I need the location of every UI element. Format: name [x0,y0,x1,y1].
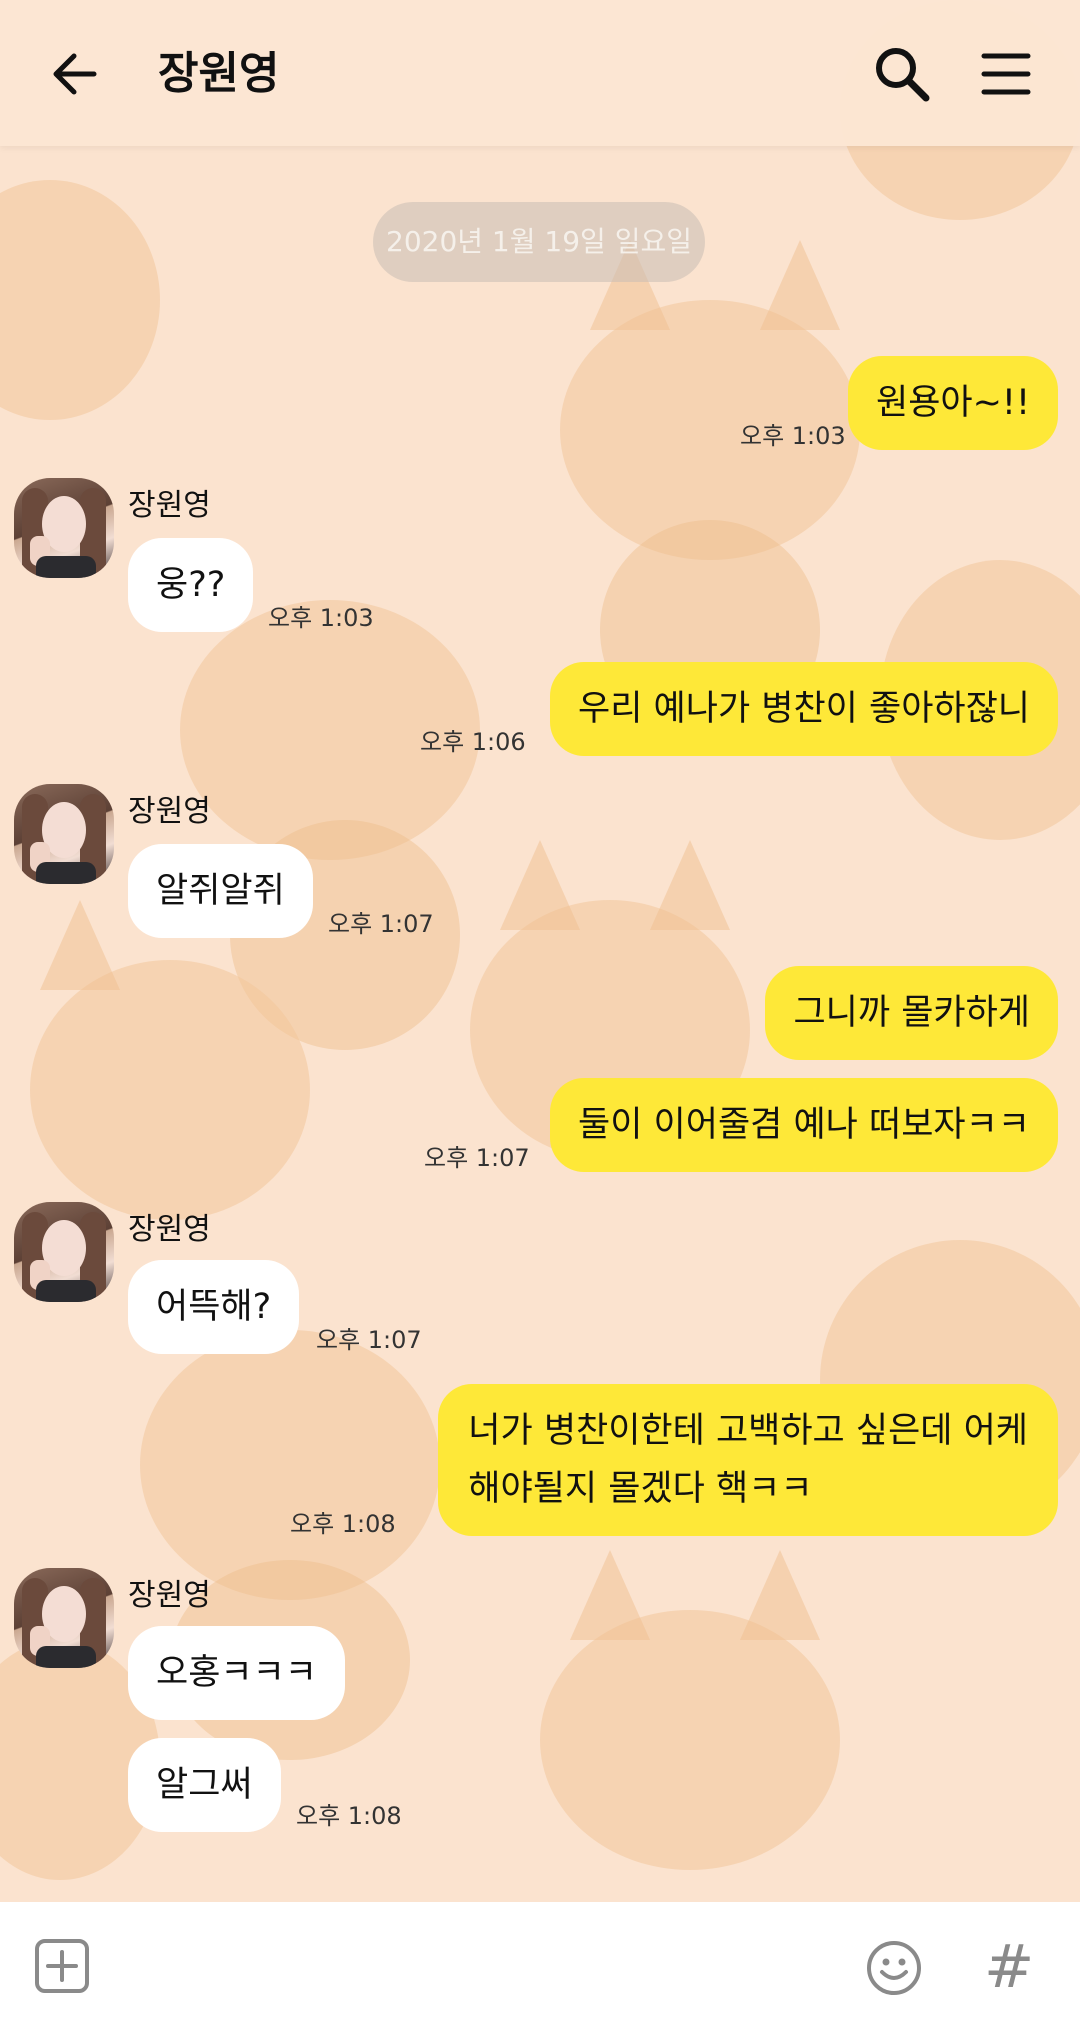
contact-avatar[interactable] [14,478,114,578]
contact-avatar[interactable] [14,1202,114,1302]
contact-name: 장원영 [128,1578,211,1613]
contact-avatar[interactable] [14,1568,114,1668]
message-time: 오후 1:06 [420,728,526,756]
message-time: 오후 1:07 [328,910,434,938]
message-composer[interactable]: # [0,1902,1080,2031]
message-time: 오후 1:08 [290,1510,396,1538]
message-line: 해야될지 몰겠다 핵ㅋㅋ [468,1469,813,1509]
message-list[interactable]: 2020년 1월 19일 일요일 원용아~!! 오후 1:03 장원영 웅?? … [0,146,1080,1902]
message-line: 너가 병찬이한테 고백하고 싶은데 어케 [468,1411,1028,1451]
chat-header: 장원영 [0,0,1080,146]
my-message-bubble[interactable]: 너가 병찬이한테 고백하고 싶은데 어케 해야될지 몰겠다 핵ㅋㅋ [438,1384,1058,1536]
contact-name: 장원영 [128,488,211,523]
chat-title: 장원영 [158,48,280,99]
message-time: 오후 1:08 [296,1802,402,1830]
message-time: 오후 1:07 [316,1326,422,1354]
hash-icon[interactable]: # [984,1932,1034,2002]
message-time: 오후 1:03 [740,422,846,450]
back-arrow-icon[interactable] [48,44,108,104]
message-time: 오후 1:07 [424,1144,530,1172]
date-divider: 2020년 1월 19일 일요일 [373,202,705,282]
message-time: 오후 1:03 [268,604,374,632]
contact-avatar[interactable] [14,784,114,884]
my-message-bubble[interactable]: 우리 예나가 병찬이 좋아하잖니 [550,662,1058,756]
contact-name: 장원영 [128,1212,211,1247]
my-message-bubble[interactable]: 둘이 이어줄겸 예나 떠보자ㅋㅋ [550,1078,1058,1172]
their-message-bubble[interactable]: 어뜩해? [128,1260,300,1354]
their-message-bubble[interactable]: 오홍ㅋㅋㅋ [128,1626,346,1720]
my-message-bubble[interactable]: 원용아~!! [848,356,1058,450]
their-message-bubble[interactable]: 알쥐알쥐 [128,844,313,938]
menu-icon[interactable] [980,48,1032,100]
emoji-icon[interactable] [866,1940,922,1996]
my-message-bubble[interactable]: 그니까 몰카하게 [765,966,1058,1060]
plus-icon[interactable] [34,1938,90,1994]
search-icon[interactable] [870,42,934,106]
their-message-bubble[interactable]: 웅?? [128,538,254,632]
contact-name: 장원영 [128,794,211,829]
their-message-bubble[interactable]: 알그써 [128,1738,281,1832]
